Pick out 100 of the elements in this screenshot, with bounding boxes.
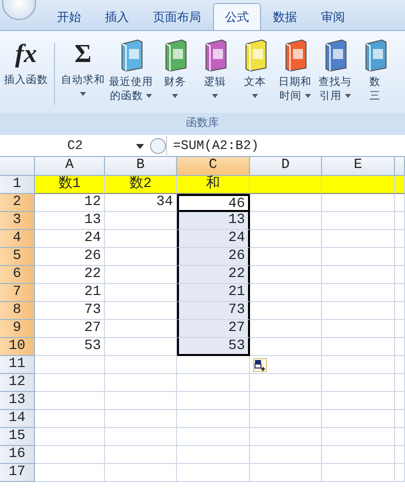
table-cell[interactable]: 12 (35, 194, 105, 212)
row-header[interactable]: 11 (0, 356, 35, 374)
row-header[interactable]: 5 (0, 248, 35, 266)
grid-cell[interactable] (395, 338, 405, 356)
column-header[interactable] (395, 157, 405, 176)
grid-cell[interactable] (395, 230, 405, 248)
grid-cell[interactable] (250, 176, 322, 194)
grid-cell[interactable] (177, 464, 250, 482)
column-title[interactable]: 数1 (35, 176, 105, 194)
ribbon-button[interactable]: 日期和 时间 (276, 35, 314, 106)
table-cell[interactable]: 73 (177, 302, 250, 320)
column-title[interactable]: 和 (177, 176, 250, 194)
row-header[interactable]: 13 (0, 392, 35, 410)
grid-cell[interactable] (177, 374, 250, 392)
formula-field[interactable]: =SUM(A2:B2) (166, 136, 405, 156)
ribbon-tab[interactable]: 数据 (261, 3, 309, 30)
grid-cell[interactable] (322, 176, 395, 194)
grid-cell[interactable] (105, 446, 177, 464)
grid-cell[interactable] (35, 410, 105, 428)
table-cell[interactable]: 22 (35, 266, 105, 284)
grid-cell[interactable] (322, 446, 395, 464)
grid-cell[interactable] (250, 320, 322, 338)
table-cell[interactable]: 24 (35, 230, 105, 248)
grid-cell[interactable] (395, 248, 405, 266)
grid-cell[interactable] (395, 356, 405, 374)
grid-cell[interactable] (250, 212, 322, 230)
row-header[interactable]: 3 (0, 212, 35, 230)
grid-cell[interactable] (250, 230, 322, 248)
column-title[interactable]: 数2 (105, 176, 177, 194)
grid-cell[interactable] (395, 320, 405, 338)
grid-cell[interactable] (395, 374, 405, 392)
grid-cell[interactable] (250, 428, 322, 446)
grid-cell[interactable] (322, 464, 395, 482)
row-header[interactable]: 7 (0, 284, 35, 302)
grid-cell[interactable] (105, 428, 177, 446)
row-header[interactable]: 16 (0, 446, 35, 464)
grid-cell[interactable] (250, 302, 322, 320)
grid-cell[interactable] (105, 374, 177, 392)
grid-cell[interactable] (250, 392, 322, 410)
row-header[interactable]: 17 (0, 464, 35, 482)
grid-cell[interactable] (250, 446, 322, 464)
grid-cell[interactable] (322, 302, 395, 320)
grid-cell[interactable] (105, 464, 177, 482)
grid-cell[interactable] (322, 230, 395, 248)
grid-cell[interactable] (250, 266, 322, 284)
row-header[interactable]: 1 (0, 176, 35, 194)
grid-cell[interactable] (395, 302, 405, 320)
grid-cell[interactable] (395, 266, 405, 284)
ribbon-tab[interactable]: 插入 (93, 3, 141, 30)
ribbon-button[interactable]: 逻辑 (196, 35, 234, 106)
paste-options-icon[interactable] (253, 358, 267, 372)
grid-cell[interactable] (250, 248, 322, 266)
grid-cell[interactable] (322, 212, 395, 230)
grid-cell[interactable] (395, 284, 405, 302)
ribbon-button[interactable]: 文本 (236, 35, 274, 106)
grid-cell[interactable] (177, 392, 250, 410)
ribbon-tab[interactable]: 审阅 (309, 3, 357, 30)
row-header[interactable]: 9 (0, 320, 35, 338)
ribbon-button[interactable]: fx 插入函数 (3, 35, 49, 90)
column-header[interactable]: E (322, 157, 395, 176)
row-header[interactable]: 15 (0, 428, 35, 446)
grid-cell[interactable] (322, 428, 395, 446)
grid-cell[interactable] (322, 392, 395, 410)
table-cell[interactable]: 13 (35, 212, 105, 230)
grid-cell[interactable] (395, 392, 405, 410)
row-header[interactable]: 2 (0, 194, 35, 212)
grid-cell[interactable] (395, 176, 405, 194)
table-cell[interactable]: 53 (35, 338, 105, 356)
grid-cell[interactable] (250, 374, 322, 392)
grid-cell[interactable] (250, 356, 322, 374)
grid-cell[interactable] (177, 410, 250, 428)
grid-cell[interactable] (322, 410, 395, 428)
grid-cell[interactable] (395, 464, 405, 482)
grid-cell[interactable] (395, 212, 405, 230)
column-header[interactable]: B (105, 157, 177, 176)
table-cell[interactable]: 27 (35, 320, 105, 338)
grid-cell[interactable] (322, 194, 395, 212)
grid-cell[interactable] (250, 464, 322, 482)
row-header[interactable]: 12 (0, 374, 35, 392)
row-header[interactable]: 10 (0, 338, 35, 356)
table-cell[interactable]: 21 (35, 284, 105, 302)
grid-cell[interactable] (35, 428, 105, 446)
row-header[interactable]: 6 (0, 266, 35, 284)
grid-cell[interactable] (322, 284, 395, 302)
formula-bar-handle[interactable] (150, 138, 166, 154)
grid-cell[interactable] (395, 428, 405, 446)
grid-cell[interactable] (105, 410, 177, 428)
column-header[interactable]: D (250, 157, 322, 176)
grid-cell[interactable] (35, 374, 105, 392)
grid-cell[interactable] (177, 428, 250, 446)
grid-cell[interactable] (250, 338, 322, 356)
table-cell[interactable]: 53 (177, 338, 250, 356)
column-header[interactable]: A (35, 157, 105, 176)
grid-cell[interactable] (322, 320, 395, 338)
grid-cell[interactable] (322, 266, 395, 284)
ribbon-button[interactable]: 数 三 (356, 35, 394, 106)
table-cell[interactable]: 22 (177, 266, 250, 284)
grid-cell[interactable] (105, 356, 177, 374)
ribbon-tab[interactable]: 页面布局 (141, 3, 213, 30)
dropdown-icon[interactable] (136, 144, 144, 148)
